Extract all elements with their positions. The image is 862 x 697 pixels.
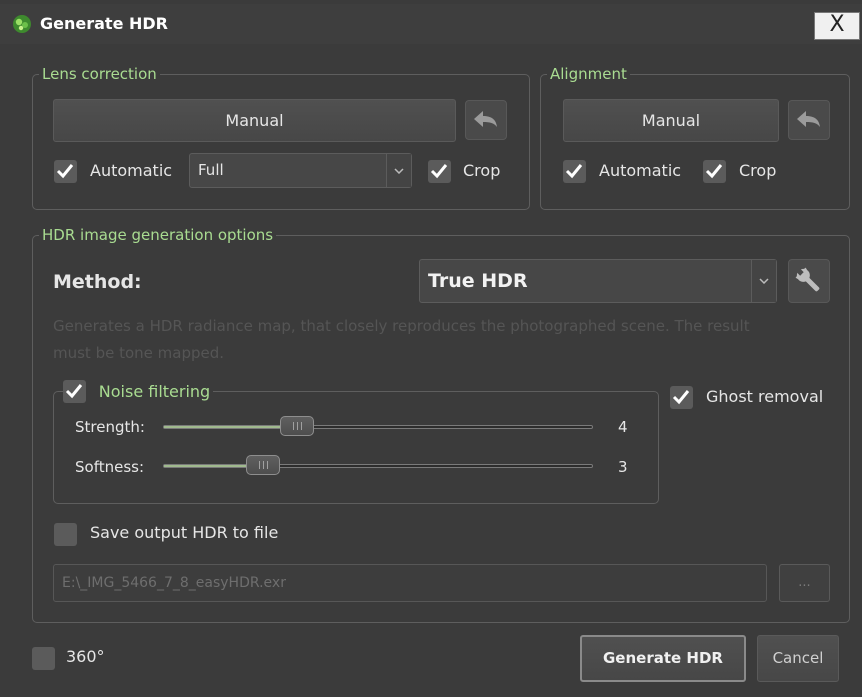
ghost-removal-label: Ghost removal <box>706 387 824 406</box>
checkmark-icon <box>430 164 448 179</box>
save-output-checkbox[interactable] <box>54 523 77 546</box>
noise-filtering-legend: Noise filtering <box>63 380 213 403</box>
method-value: True HDR <box>428 270 528 292</box>
lens-mode-value: Full <box>198 161 224 179</box>
softness-slider-fill <box>164 465 246 467</box>
lens-correction-legend: Lens correction <box>42 65 157 83</box>
alignment-manual-button[interactable]: Manual <box>563 99 779 142</box>
alignment-automatic-checkbox[interactable] <box>563 160 586 183</box>
method-description-line-1: Generates a HDR radiance map, that close… <box>53 317 750 335</box>
generate-hdr-button[interactable]: Generate HDR <box>580 635 746 682</box>
save-output-label: Save output HDR to file <box>90 523 279 542</box>
strength-slider[interactable] <box>163 416 593 436</box>
noise-filtering-checkbox[interactable] <box>63 380 86 403</box>
softness-value: 3 <box>618 458 628 476</box>
chevron-down-icon <box>394 167 404 174</box>
method-select[interactable]: True HDR <box>419 259 777 303</box>
undo-arrow-icon <box>797 111 820 127</box>
lens-automatic-checkbox[interactable] <box>54 160 77 183</box>
close-button[interactable]: X <box>814 12 860 40</box>
method-description-line-2: must be tone mapped. <box>53 344 225 362</box>
checkmark-icon <box>56 164 74 179</box>
chevron-down-icon <box>759 278 769 284</box>
cancel-button[interactable]: Cancel <box>757 635 839 682</box>
title-bar[interactable]: Generate HDR X <box>0 4 862 44</box>
checkmark-icon <box>705 164 723 179</box>
strength-value: 4 <box>618 418 628 436</box>
noise-filtering-label: Noise filtering <box>98 382 211 401</box>
ghost-removal-checkbox[interactable] <box>670 386 693 409</box>
alignment-legend: Alignment <box>550 65 627 83</box>
panorama-360-label: 360° <box>66 647 105 666</box>
lens-mode-dropdown-arrow[interactable] <box>386 154 411 187</box>
strength-slider-fill <box>164 426 281 428</box>
lens-manual-button[interactable]: Manual <box>53 99 456 142</box>
alignment-automatic-label: Automatic <box>599 161 682 180</box>
method-label: Method: <box>53 271 142 293</box>
generate-hdr-dialog: Generate HDR X Lens correction Manual Au… <box>0 0 862 697</box>
checkmark-icon <box>65 384 83 399</box>
grip-icon <box>293 422 303 430</box>
lens-automatic-label: Automatic <box>90 161 173 180</box>
wrench-icon <box>794 266 820 292</box>
lens-crop-checkbox[interactable] <box>428 160 451 183</box>
output-path-input[interactable]: E:\_IMG_5466_7_8_easyHDR.exr <box>53 564 767 602</box>
undo-arrow-icon <box>474 111 497 127</box>
window-title: Generate HDR <box>40 14 168 33</box>
strength-label: Strength: <box>75 418 145 436</box>
panorama-360-checkbox[interactable] <box>32 647 55 670</box>
lens-reset-button[interactable] <box>465 100 507 140</box>
app-logo-icon <box>13 15 31 33</box>
checkmark-icon <box>672 390 690 405</box>
alignment-crop-checkbox[interactable] <box>703 160 726 183</box>
softness-slider-handle[interactable] <box>245 455 280 475</box>
browse-button[interactable]: ... <box>779 564 830 602</box>
lens-crop-label: Crop <box>463 161 501 180</box>
strength-slider-handle[interactable] <box>280 416 315 436</box>
softness-label: Softness: <box>75 458 145 476</box>
method-settings-button[interactable] <box>788 259 830 303</box>
alignment-crop-label: Crop <box>739 161 777 180</box>
method-dropdown-arrow[interactable] <box>751 260 776 302</box>
noise-filtering-group: Noise filtering <box>53 380 659 504</box>
checkmark-icon <box>565 164 583 179</box>
grip-icon <box>258 461 268 469</box>
hdr-options-legend: HDR image generation options <box>42 226 274 244</box>
softness-slider[interactable] <box>163 455 593 475</box>
alignment-reset-button[interactable] <box>788 100 830 140</box>
lens-mode-select[interactable]: Full <box>189 153 412 188</box>
